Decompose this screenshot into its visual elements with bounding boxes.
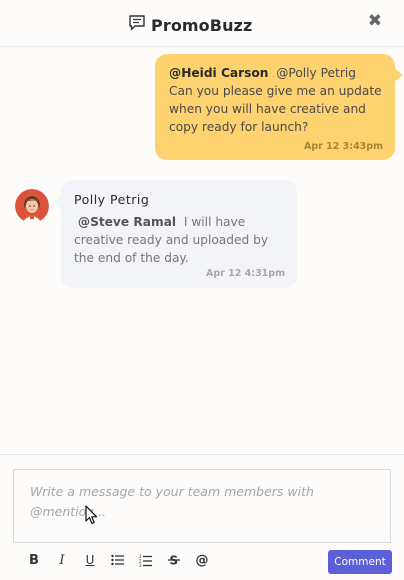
svg-text:3: 3 <box>139 563 142 567</box>
strikethrough-button[interactable]: S <box>160 551 188 569</box>
header: PromoBuzz ✖ <box>0 0 404 47</box>
message-text: Can you please give me an update when yo… <box>169 84 382 134</box>
close-icon[interactable]: ✖ <box>368 11 382 31</box>
message-body: @Heidi Carson @Polly Petrig Can you plea… <box>169 64 383 136</box>
chat-bubble-icon <box>128 14 146 36</box>
message-input[interactable] <box>14 470 390 542</box>
avatar <box>15 189 49 223</box>
title-wrap: PromoBuzz <box>128 14 252 36</box>
mouse-cursor-icon <box>85 505 99 529</box>
incoming-message: Polly Petrig @Steve Ramal I will have cr… <box>53 180 297 288</box>
mention-tag[interactable]: @Steve Ramal <box>78 215 176 229</box>
app-title: PromoBuzz <box>151 15 253 35</box>
bullet-list-icon[interactable] <box>104 551 132 569</box>
message-composer <box>13 469 391 543</box>
mention-tag[interactable]: @Polly Petrig <box>276 66 356 80</box>
italic-button[interactable]: I <box>48 551 76 569</box>
message-timestamp: Apr 12 3:43pm <box>303 141 383 152</box>
message-body: @Steve Ramal I will have creative ready … <box>74 213 285 267</box>
underline-button[interactable]: U <box>76 551 104 569</box>
comment-button[interactable]: Comment <box>328 550 392 574</box>
numbered-list-icon[interactable]: 1 2 3 <box>132 551 160 569</box>
divider <box>0 454 404 455</box>
outgoing-message: @Heidi Carson @Polly Petrig Can you plea… <box>155 54 403 160</box>
formatting-toolbar: B I U 1 2 3 S @ <box>20 551 216 569</box>
bold-button[interactable]: B <box>20 551 48 569</box>
mention-button[interactable]: @ <box>188 551 216 569</box>
message-timestamp: Apr 12 4:31pm <box>205 268 285 279</box>
sender-name: Polly Petrig <box>74 192 150 207</box>
mention-tag[interactable]: @Heidi Carson <box>169 66 268 80</box>
